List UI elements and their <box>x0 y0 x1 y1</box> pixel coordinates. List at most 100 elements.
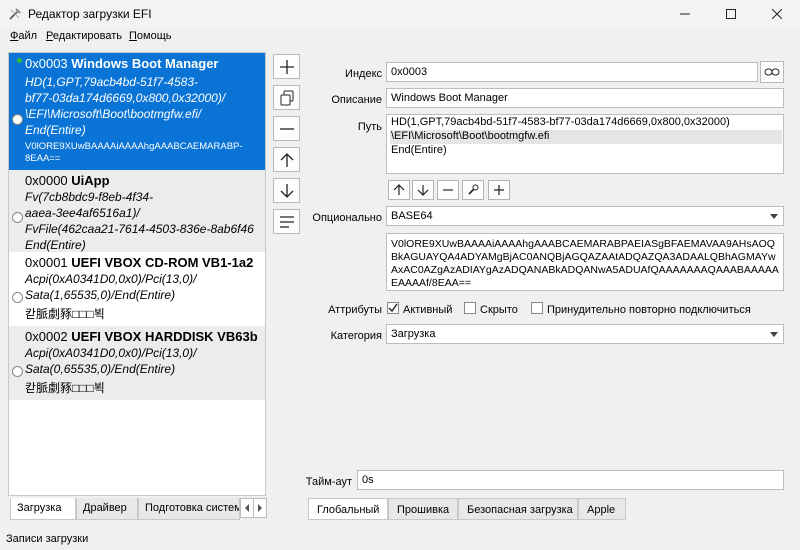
bottom-tab-bar: Глобальный Прошивка Безопасная загрузка … <box>308 498 784 520</box>
arrow-down-icon <box>417 185 429 196</box>
path-line-selected[interactable]: \EFI\Microsoft\Boot\bootmgfw.efi <box>390 130 782 144</box>
timeout-label: Тайм-аут <box>305 476 352 488</box>
optional-label: Опционально <box>312 212 382 224</box>
entry-path-line: \EFI\Microsoft\Boot\bootmgfw.efi/ <box>25 107 202 121</box>
minus-icon <box>279 127 294 130</box>
default-radio[interactable] <box>12 212 23 223</box>
entry-optional-data: 칻脈劇豩□□□뵉 <box>25 381 105 395</box>
entry-title: 0x0002 UEFI VBOX HARDDISK VB63b <box>25 329 258 344</box>
entry-path-line: End(Entire) <box>25 238 86 252</box>
chevron-down-icon <box>770 332 778 337</box>
list-item[interactable]: 0x0002 UEFI VBOX HARDDISK VB63b Acpi(0xA… <box>9 326 265 400</box>
hidden-checkbox[interactable] <box>464 302 476 314</box>
arrow-down-icon <box>280 183 293 198</box>
remove-entry-button[interactable] <box>273 116 300 141</box>
entry-path-line: bf77-03da174d6669,0x800,0x32000)/ <box>25 91 226 105</box>
minimize-button[interactable] <box>662 0 708 28</box>
force-reconnect-label: Принудительно повторно подключиться <box>547 304 751 316</box>
tab-apple[interactable]: Apple <box>578 498 626 520</box>
path-list[interactable]: HD(1,GPT,79acb4bd-51f7-4583-bf77-03da174… <box>386 114 784 174</box>
path-move-down-button[interactable] <box>412 180 434 200</box>
app-icon <box>9 8 21 20</box>
optional-format-select[interactable]: BASE64 <box>386 206 784 226</box>
index-label: Индекс <box>345 68 382 80</box>
list-icon <box>279 215 294 228</box>
menu-help[interactable]: Помощь <box>129 30 172 42</box>
tab-scroll-right[interactable] <box>253 498 267 518</box>
path-remove-button[interactable] <box>437 180 459 200</box>
sort-button[interactable] <box>273 209 300 234</box>
maximize-icon <box>726 9 736 19</box>
tab-secure-boot[interactable]: Безопасная загрузка <box>458 498 578 520</box>
chevron-left-icon <box>245 504 249 512</box>
entry-title: 0x0001 UEFI VBOX CD-ROM VB1-1a2 <box>25 255 254 270</box>
tab-firmware[interactable]: Прошивка <box>388 498 458 520</box>
path-edit-button[interactable] <box>462 180 484 200</box>
link-icon <box>764 68 780 76</box>
list-item[interactable]: 0x0000 UiApp Fv(7cb8bdc9-f8eb-4f34- aaea… <box>9 170 265 252</box>
timeout-field[interactable]: 0s <box>357 470 784 490</box>
tab-sysprep[interactable]: Подготовка системе <box>138 498 240 520</box>
index-field[interactable]: 0x0003 <box>386 62 758 82</box>
menu-bar: Файл Редактировать Помощь <box>0 28 800 46</box>
entry-path-line: Sata(1,65535,0)/End(Entire) <box>25 288 176 302</box>
minimize-icon <box>680 13 690 15</box>
active-checkbox[interactable] <box>387 302 399 314</box>
path-line[interactable]: End(Entire) <box>390 144 782 158</box>
chevron-down-icon <box>770 214 778 219</box>
entry-path-line: Fv(7cb8bdc9-f8eb-4f34- <box>25 190 154 204</box>
tab-driver[interactable]: Драйвер <box>76 498 138 520</box>
minus-icon <box>443 189 453 191</box>
plus-icon <box>279 59 294 74</box>
menu-edit[interactable]: Редактировать <box>46 30 122 42</box>
close-button[interactable] <box>754 0 800 28</box>
arrow-up-icon <box>280 152 293 167</box>
path-line[interactable]: HD(1,GPT,79acb4bd-51f7-4583-bf77-03da174… <box>390 116 782 130</box>
force-reconnect-checkbox[interactable] <box>531 302 543 314</box>
move-up-button[interactable] <box>273 147 300 172</box>
checkmark-icon <box>388 303 398 313</box>
wrench-icon <box>468 184 479 195</box>
category-label: Категория <box>330 330 382 342</box>
window-title: Редактор загрузки EFI <box>28 7 152 21</box>
optional-data-field[interactable]: V0lORE9XUwBAAAAiAAAAhgAAABCAEMARABPAEIAS… <box>386 233 784 291</box>
copy-icon <box>280 90 293 105</box>
move-down-button[interactable] <box>273 178 300 203</box>
active-label: Активный <box>403 304 453 316</box>
left-tab-bar: Загрузка Драйвер Подготовка системе <box>8 498 267 520</box>
entry-title: 0x0003 Windows Boot Manager <box>25 56 219 71</box>
duplicate-entry-button[interactable] <box>273 85 300 110</box>
tab-global[interactable]: Глобальный <box>308 498 388 520</box>
entry-optional-data: 칻脈劇豩□□□뵉 <box>25 307 105 321</box>
path-move-up-button[interactable] <box>388 180 410 200</box>
path-label: Путь <box>357 121 382 133</box>
boot-entry-list[interactable]: 0x0003 Windows Boot Manager HD(1,GPT,79a… <box>8 52 266 496</box>
entry-path-line: Acpi(0xA0341D0,0x0)/Pci(13,0)/ <box>25 272 197 286</box>
default-radio[interactable] <box>12 114 23 125</box>
arrow-up-icon <box>393 184 405 195</box>
close-icon <box>772 9 782 19</box>
list-item[interactable]: 0x0001 UEFI VBOX CD-ROM VB1-1a2 Acpi(0xA… <box>9 252 265 326</box>
entry-path-line: Acpi(0xA0341D0,0x0)/Pci(13,0)/ <box>25 346 197 360</box>
list-item[interactable]: 0x0003 Windows Boot Manager HD(1,GPT,79a… <box>9 53 265 170</box>
default-radio[interactable] <box>12 366 23 377</box>
description-field[interactable]: Windows Boot Manager <box>386 88 784 108</box>
category-select[interactable]: Загрузка <box>386 324 784 344</box>
description-label: Описание <box>331 94 382 106</box>
add-entry-button[interactable] <box>273 54 300 79</box>
plus-icon <box>494 185 504 195</box>
tab-scroll-left[interactable] <box>240 498 254 518</box>
menu-file[interactable]: Файл <box>10 30 37 42</box>
link-button[interactable] <box>760 61 784 83</box>
entry-title: 0x0000 UiApp <box>25 173 110 188</box>
default-radio[interactable] <box>12 292 23 303</box>
path-add-button[interactable] <box>488 180 510 200</box>
maximize-button[interactable] <box>708 0 754 28</box>
chevron-right-icon <box>258 504 262 512</box>
entry-path-line: End(Entire) <box>25 123 86 137</box>
tab-boot[interactable]: Загрузка <box>10 498 76 520</box>
entry-path-line: HD(1,GPT,79acb4bd-51f7-4583- <box>25 75 198 89</box>
entry-path-line: Sata(0,65535,0)/End(Entire) <box>25 362 176 376</box>
entry-optional-data: V0lORE9XUwBAAAAiAAAAhgAAABCAEMARABP- <box>25 141 243 152</box>
optional-format-value: BASE64 <box>391 210 433 222</box>
